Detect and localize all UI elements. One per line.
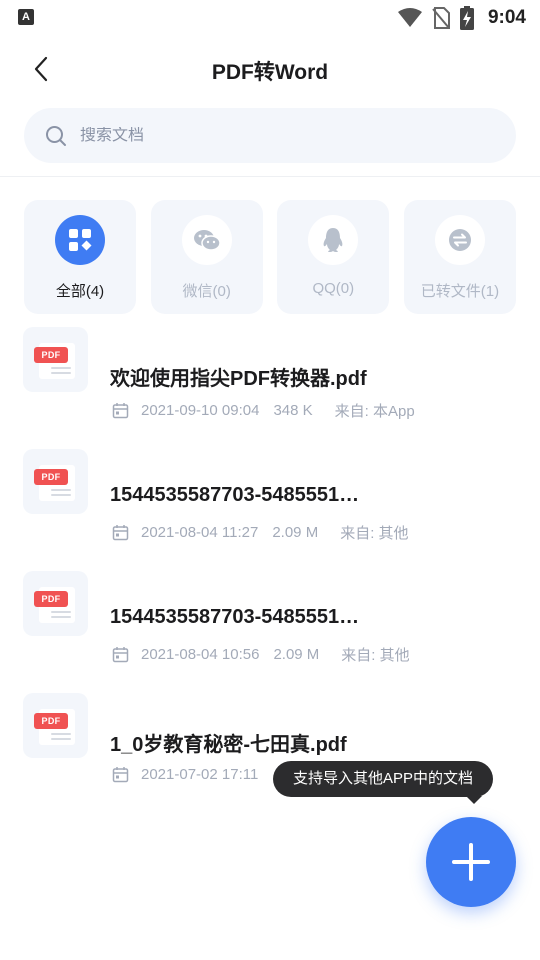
qq-icon xyxy=(323,228,343,252)
wifi-icon xyxy=(397,8,422,27)
no-sim-icon xyxy=(432,7,450,29)
search-icon xyxy=(46,125,66,146)
file-date: 2021-08-04 11:27 xyxy=(141,524,259,541)
tab-all-label: 全部(4) xyxy=(55,283,105,300)
file-name: 欢迎使用指尖PDF转换器.pdf xyxy=(110,368,367,390)
file-meta: 2021-07-02 17:11 xyxy=(112,766,272,783)
calendar-icon xyxy=(112,525,129,541)
pdf-file-icon: PDF xyxy=(23,449,88,514)
pdf-tag: PDF xyxy=(34,591,68,607)
tab-qq-label: QQ(0) xyxy=(312,280,355,297)
calendar-icon xyxy=(112,647,129,663)
plus-icon xyxy=(452,843,490,881)
calendar-icon xyxy=(112,767,129,783)
file-size: 348 K xyxy=(273,402,313,419)
category-tabs: 全部(4) 微信(0) QQ(0) 已转文件(1) xyxy=(24,200,516,314)
file-row[interactable]: PDF 欢迎使用指尖PDF转换器.pdf 2021-09-10 09:04 34… xyxy=(0,326,540,448)
wechat-icon-circle xyxy=(181,215,232,265)
tab-qq[interactable]: QQ(0) xyxy=(277,200,390,314)
file-source: 来自: 本App xyxy=(334,403,415,420)
divider xyxy=(0,176,540,177)
file-name: 1544535587703-5485551… xyxy=(110,606,360,628)
page-title: PDF转Word xyxy=(211,61,329,84)
tab-wechat-label: 微信(0) xyxy=(182,283,231,300)
header: PDF转Word xyxy=(0,44,540,94)
file-meta: 2021-08-04 10:56 2.09 M 来自: 其他 xyxy=(112,644,410,665)
status-time: 9:04 xyxy=(487,7,526,28)
pdf-tag: PDF xyxy=(34,469,68,485)
tab-wechat[interactable]: 微信(0) xyxy=(150,200,263,314)
import-tooltip: 支持导入其他APP中的文档 xyxy=(273,761,494,797)
tooltip-arrow xyxy=(466,796,482,804)
grid-icon-circle xyxy=(55,215,105,265)
qq-icon-circle xyxy=(308,215,359,265)
pdf-file-icon: PDF xyxy=(23,571,88,636)
file-date: 2021-08-04 10:56 xyxy=(141,646,260,663)
convert-icon-circle xyxy=(434,215,485,265)
convert-icon xyxy=(448,229,471,251)
calendar-icon xyxy=(112,403,129,419)
file-list: PDF 欢迎使用指尖PDF转换器.pdf 2021-09-10 09:04 34… xyxy=(0,326,540,814)
pdf-file-icon: PDF xyxy=(23,693,88,758)
accessibility-badge-icon: A xyxy=(18,9,34,25)
pdf-tag: PDF xyxy=(34,713,68,729)
file-name: 1_0岁教育秘密-七田真.pdf xyxy=(110,734,347,756)
file-meta: 2021-09-10 09:04 348 K 来自: 本App xyxy=(112,400,415,421)
grid-icon xyxy=(69,229,92,251)
status-bar: A 9:04 xyxy=(0,0,540,36)
file-date: 2021-09-10 09:04 xyxy=(141,402,260,419)
file-source: 来自: 其他 xyxy=(340,525,409,542)
search-input[interactable] xyxy=(80,126,460,145)
file-meta: 2021-08-04 11:27 2.09 M 来自: 其他 xyxy=(112,522,409,543)
file-date: 2021-07-02 17:11 xyxy=(141,766,259,783)
tab-converted-label: 已转文件(1) xyxy=(420,283,500,300)
pdf-tag: PDF xyxy=(34,347,68,363)
file-size: 2.09 M xyxy=(273,646,320,663)
add-file-button[interactable] xyxy=(426,817,516,907)
tab-converted[interactable]: 已转文件(1) xyxy=(403,200,516,314)
file-row[interactable]: PDF 1544535587703-5485551… 2021-08-04 10… xyxy=(0,570,540,692)
pdf-file-icon: PDF xyxy=(23,327,88,392)
file-row[interactable]: PDF 1544535587703-5485551… 2021-08-04 11… xyxy=(0,448,540,570)
wechat-icon xyxy=(193,230,221,251)
file-size: 2.09 M xyxy=(272,524,319,541)
search-box[interactable] xyxy=(24,108,516,163)
battery-charging-icon xyxy=(459,6,474,30)
file-name: 1544535587703-5485551… xyxy=(110,484,360,506)
file-source: 来自: 其他 xyxy=(341,647,410,664)
tab-all[interactable]: 全部(4) xyxy=(24,200,136,314)
status-icons: 9:04 xyxy=(397,6,526,30)
